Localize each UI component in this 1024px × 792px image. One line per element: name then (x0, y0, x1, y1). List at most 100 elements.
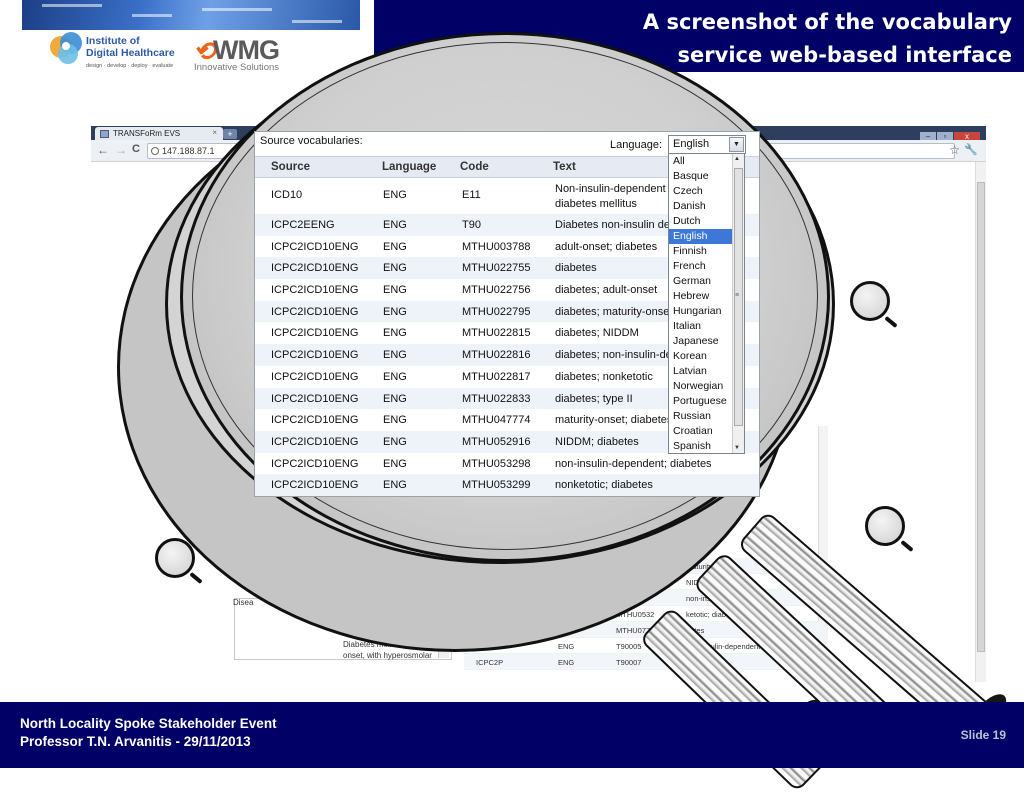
browser-tab-title: TRANSFoRm EVS (113, 129, 181, 138)
table-row[interactable]: ICPC2ICD10ENG ENG MTHU053299 nonketotic; di… (255, 474, 759, 496)
institute-digital-healthcare-logo: Institute of Digital Healthcare design ·… (50, 30, 180, 74)
small-magnifier-icon (850, 281, 890, 321)
cell-language: ENG (383, 262, 407, 275)
scroll-up-icon[interactable]: ▲ (734, 156, 740, 162)
cell-source: ICPC2ICD10ENG (271, 240, 359, 253)
cell-source: ICPC2ICD10ENG (271, 349, 359, 362)
cell-code: MTHU022756 (462, 284, 531, 297)
language-select-value: English (673, 138, 710, 150)
page-scrollbar[interactable] (975, 162, 986, 682)
scroll-down-icon[interactable]: ▼ (734, 445, 740, 451)
scroll-grip-icon: ≡ (735, 292, 740, 299)
forward-icon[interactable]: → (115, 143, 127, 157)
language-dropdown-list[interactable]: All Basque Czech Danish Dutch English Finnish F… (668, 153, 745, 454)
background-cell-code: T90007 (616, 658, 642, 667)
cell-language: ENG (383, 414, 407, 427)
description-label: Disea (233, 598, 254, 607)
logo-ihd-line-1: Institute of (86, 35, 140, 47)
reload-icon[interactable]: C (132, 143, 140, 155)
new-tab-button[interactable]: + (223, 129, 237, 139)
chevron-down-icon[interactable]: ▼ (729, 137, 744, 152)
cell-text: diabetes; maturity-onset (555, 305, 673, 318)
cell-code: MTHU053298 (462, 457, 531, 470)
header-banner-image (22, 0, 360, 30)
cell-language: ENG (383, 479, 407, 492)
cell-language: ENG (383, 284, 407, 297)
cell-text: adult-onset; diabetes (555, 240, 658, 253)
cell-code: MTHU022817 (462, 370, 531, 383)
column-header-source[interactable]: Source (271, 161, 310, 173)
logo-circles-icon (50, 32, 84, 66)
cell-text: non-insulin-dependent; diabetes (555, 457, 712, 470)
cell-source: ICPC2ICD10ENG (271, 392, 359, 405)
cell-source: ICPC2ICD10ENG (271, 479, 359, 492)
cell-source: ICPC2ICD10ENG (271, 414, 359, 427)
source-vocabularies-label: Source vocabularies: (260, 135, 363, 147)
cell-text: diabetes; type II (555, 392, 633, 405)
column-header-code[interactable]: Code (460, 161, 489, 173)
dropdown-scrollbar[interactable]: ▲ ≡ ▼ (732, 154, 744, 453)
language-select[interactable]: English ▼ (668, 135, 746, 154)
wmg-logo: ⟲ WMG Innovative Solutions (193, 34, 323, 74)
cell-code: MTHU053299 (462, 479, 531, 492)
cell-code: MTHU022816 (462, 349, 531, 362)
page-scrollbar-thumb[interactable] (977, 182, 985, 652)
cell-code: E11 (462, 189, 481, 201)
cell-code: MTHU022815 (462, 327, 531, 340)
cell-text: nonketotic; diabetes (555, 479, 653, 492)
small-magnifier-icon (155, 538, 195, 578)
cell-source: ICPC2EENG (271, 219, 335, 231)
footer-event-name: North Locality Spoke Stakeholder Event (20, 716, 277, 731)
cell-source: ICPC2ICD10ENG (271, 435, 359, 448)
background-table-row[interactable]: ICPC2PENGT90007adult ons (464, 654, 820, 670)
cell-language: ENG (383, 240, 407, 253)
tab-close-icon[interactable]: × (212, 128, 217, 137)
settings-wrench-icon[interactable]: 🔧 (964, 143, 978, 156)
cell-source: ICPC2ICD10ENG (271, 262, 359, 275)
cell-code: MTHU022795 (462, 305, 531, 318)
cell-code: MTHU022755 (462, 262, 531, 275)
cell-code: MTHU052916 (462, 435, 531, 448)
cell-source: ICPC2ICD10ENG (271, 284, 359, 297)
browser-tab[interactable]: TRANSFoRm EVS × (95, 127, 223, 141)
cell-language: ENG (383, 189, 407, 201)
page-info-icon[interactable] (151, 147, 159, 155)
small-magnifier-icon (865, 506, 905, 546)
language-label: Language: (610, 139, 662, 151)
back-icon[interactable]: ← (97, 143, 109, 157)
cell-language: ENG (383, 349, 407, 362)
background-cell-source: ICPC2P (476, 658, 504, 667)
footer-presenter: Professor T.N. Arvanitis - 29/11/2013 (20, 734, 251, 749)
cell-language: ENG (383, 327, 407, 340)
cell-language: ENG (383, 392, 407, 405)
cell-source: ICPC2ICD10ENG (271, 305, 359, 318)
column-header-language[interactable]: Language (382, 161, 436, 173)
cell-language: ENG (383, 305, 407, 318)
page-favicon-icon (100, 130, 109, 138)
cell-language: ENG (383, 219, 407, 231)
background-cell-language: ENG (558, 658, 575, 667)
cell-text: diabetes; nonketotic (555, 370, 653, 383)
address-text: 147.188.87.1 (162, 146, 215, 156)
cell-source: ICPC2ICD10ENG (271, 370, 359, 383)
cell-source: ICPC2ICD10ENG (271, 457, 359, 470)
cell-language: ENG (383, 370, 407, 383)
cell-source: ICPC2ICD10ENG (271, 327, 359, 340)
cell-text: maturity-onset; diabetes (555, 414, 673, 427)
cell-code: MTHU022833 (462, 392, 531, 405)
table-row[interactable]: ICPC2ICD10ENG ENG MTHU053298 non-insulin-de… (255, 453, 759, 475)
cell-code: MTHU047774 (462, 414, 531, 427)
cell-text: diabetes; NIDDM (555, 327, 639, 340)
bookmark-star-icon[interactable]: ☆ (949, 143, 960, 157)
cell-source: ICD10 (271, 189, 303, 201)
window-controls: – ▫ x (919, 126, 980, 143)
cell-code: MTHU003788 (462, 240, 531, 253)
cell-text: NIDDM; diabetes (555, 435, 639, 448)
column-header-text[interactable]: Text (553, 161, 576, 173)
cell-code: T90 (462, 219, 481, 231)
background-cell-language: ENG (558, 642, 575, 651)
wmg-tagline: Innovative Solutions (194, 62, 280, 73)
logo-ihd-line-2: Digital Healthcare (86, 47, 175, 59)
slide-number: Slide 19 (960, 728, 1006, 742)
logo-ihd-tagline: design · develop · deploy · evaluate (86, 63, 174, 69)
